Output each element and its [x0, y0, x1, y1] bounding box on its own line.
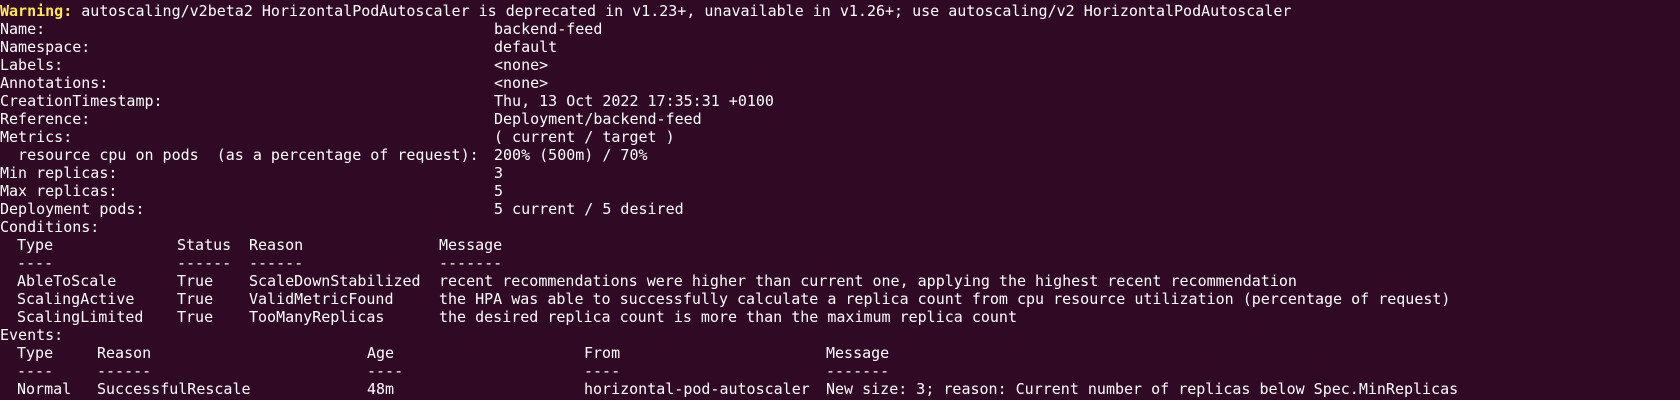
field-key: Metrics:: [0, 128, 73, 146]
field-row: resource cpu on pods (as a percentage of…: [0, 146, 1680, 164]
field-value: 200% (500m) / 70%: [494, 146, 648, 164]
condition-type: ScalingActive: [17, 290, 135, 308]
condition-status: True: [177, 272, 214, 290]
field-value: Thu, 13 Oct 2022 17:35:31 +0100: [494, 92, 774, 110]
field-row: Metrics: ( current / target ): [0, 128, 1680, 146]
field-key: Deployment pods:: [0, 200, 145, 218]
separator: -------: [826, 362, 890, 380]
field-key: Annotations:: [0, 74, 109, 92]
field-value: backend-feed: [494, 20, 603, 38]
conditions-title: Conditions:: [0, 218, 1680, 236]
field-row: Name: backend-feed: [0, 20, 1680, 38]
field-row: Namespace: default: [0, 38, 1680, 56]
conditions-header-message: Message: [439, 236, 503, 254]
condition-message: the HPA was able to successfully calcula…: [439, 290, 1451, 308]
events-header-age: Age: [367, 344, 395, 362]
events-header-message: Message: [826, 344, 890, 362]
event-type: Normal: [17, 380, 72, 398]
events-header: Type Reason Age From Message: [0, 344, 1680, 362]
condition-type: AbleToScale: [17, 272, 117, 290]
field-key: Name:: [0, 20, 46, 38]
separator: ------: [177, 254, 232, 272]
field-row: Annotations: <none>: [0, 74, 1680, 92]
conditions-header: Type Status Reason Message: [0, 236, 1680, 254]
event-row: Normal SuccessfulRescale 48m horizontal-pod…: [0, 380, 1680, 398]
condition-message: the desired replica count is more than t…: [439, 308, 1017, 326]
field-row: Max replicas: 5: [0, 182, 1680, 200]
separator: ----: [367, 362, 404, 380]
field-value: 5: [494, 182, 504, 200]
warning-text: autoscaling/v2beta2 HorizontalPodAutosca…: [72, 2, 1292, 20]
field-key: Labels:: [0, 56, 64, 74]
event-reason: SuccessfulRescale: [97, 380, 251, 398]
field-value: <none>: [494, 56, 549, 74]
condition-reason: ScaleDownStabilized: [249, 272, 421, 290]
conditions-separator: ---- ------ ------ -------: [0, 254, 1680, 272]
field-value: default: [494, 38, 558, 56]
field-value: <none>: [494, 74, 549, 92]
condition-status: True: [177, 308, 214, 326]
separator: ----: [584, 362, 621, 380]
events-separator: ---- ------ ---- ---- -------: [0, 362, 1680, 380]
terminal-window[interactable]: Warning: autoscaling/v2beta2 HorizontalP…: [0, 0, 1680, 400]
condition-message: recent recommendations were higher than …: [439, 272, 1297, 290]
field-key: resource cpu on pods (as a percentage of…: [0, 146, 479, 164]
field-key: Namespace:: [0, 38, 91, 56]
events-title-text: Events:: [0, 326, 64, 344]
separator: ----: [17, 362, 54, 380]
field-row: Min replicas: 3: [0, 164, 1680, 182]
separator: -------: [439, 254, 503, 272]
condition-row: ScalingActive True ValidMetricFound the HPA…: [0, 290, 1680, 308]
warning-label: Warning:: [0, 2, 73, 20]
field-key: Min replicas:: [0, 164, 118, 182]
event-message: New size: 3; reason: Current number of r…: [826, 380, 1459, 398]
field-row: Labels: <none>: [0, 56, 1680, 74]
field-row: Reference: Deployment/backend-feed: [0, 110, 1680, 128]
condition-status: True: [177, 290, 214, 308]
events-header-from: From: [584, 344, 621, 362]
field-key: Max replicas:: [0, 182, 118, 200]
separator: ------: [249, 254, 304, 272]
field-value: Deployment/backend-feed: [494, 110, 702, 128]
field-row: CreationTimestamp: Thu, 13 Oct 2022 17:35…: [0, 92, 1680, 110]
field-row: Deployment pods: 5 current / 5 desired: [0, 200, 1680, 218]
field-key: Reference:: [0, 110, 91, 128]
condition-row: AbleToScale True ScaleDownStabilized recent…: [0, 272, 1680, 290]
field-key: CreationTimestamp:: [0, 92, 163, 110]
event-from: horizontal-pod-autoscaler: [584, 380, 810, 398]
events-header-reason: Reason: [97, 344, 152, 362]
condition-row: ScalingLimited True TooManyReplicas the des…: [0, 308, 1680, 326]
condition-reason: TooManyReplicas: [249, 308, 385, 326]
conditions-header-reason: Reason: [249, 236, 304, 254]
separator: ----: [17, 254, 54, 272]
separator: ------: [97, 362, 152, 380]
event-age: 48m: [367, 380, 395, 398]
events-header-type: Type: [17, 344, 54, 362]
field-value: 3: [494, 164, 504, 182]
conditions-header-status: Status: [177, 236, 232, 254]
field-value: ( current / target ): [494, 128, 675, 146]
events-title: Events:: [0, 326, 1680, 344]
condition-reason: ValidMetricFound: [249, 290, 394, 308]
warning-line: Warning: autoscaling/v2beta2 HorizontalP…: [0, 2, 1680, 20]
condition-type: ScalingLimited: [17, 308, 144, 326]
field-value: 5 current / 5 desired: [494, 200, 684, 218]
conditions-title-text: Conditions:: [0, 218, 100, 236]
conditions-header-type: Type: [17, 236, 54, 254]
